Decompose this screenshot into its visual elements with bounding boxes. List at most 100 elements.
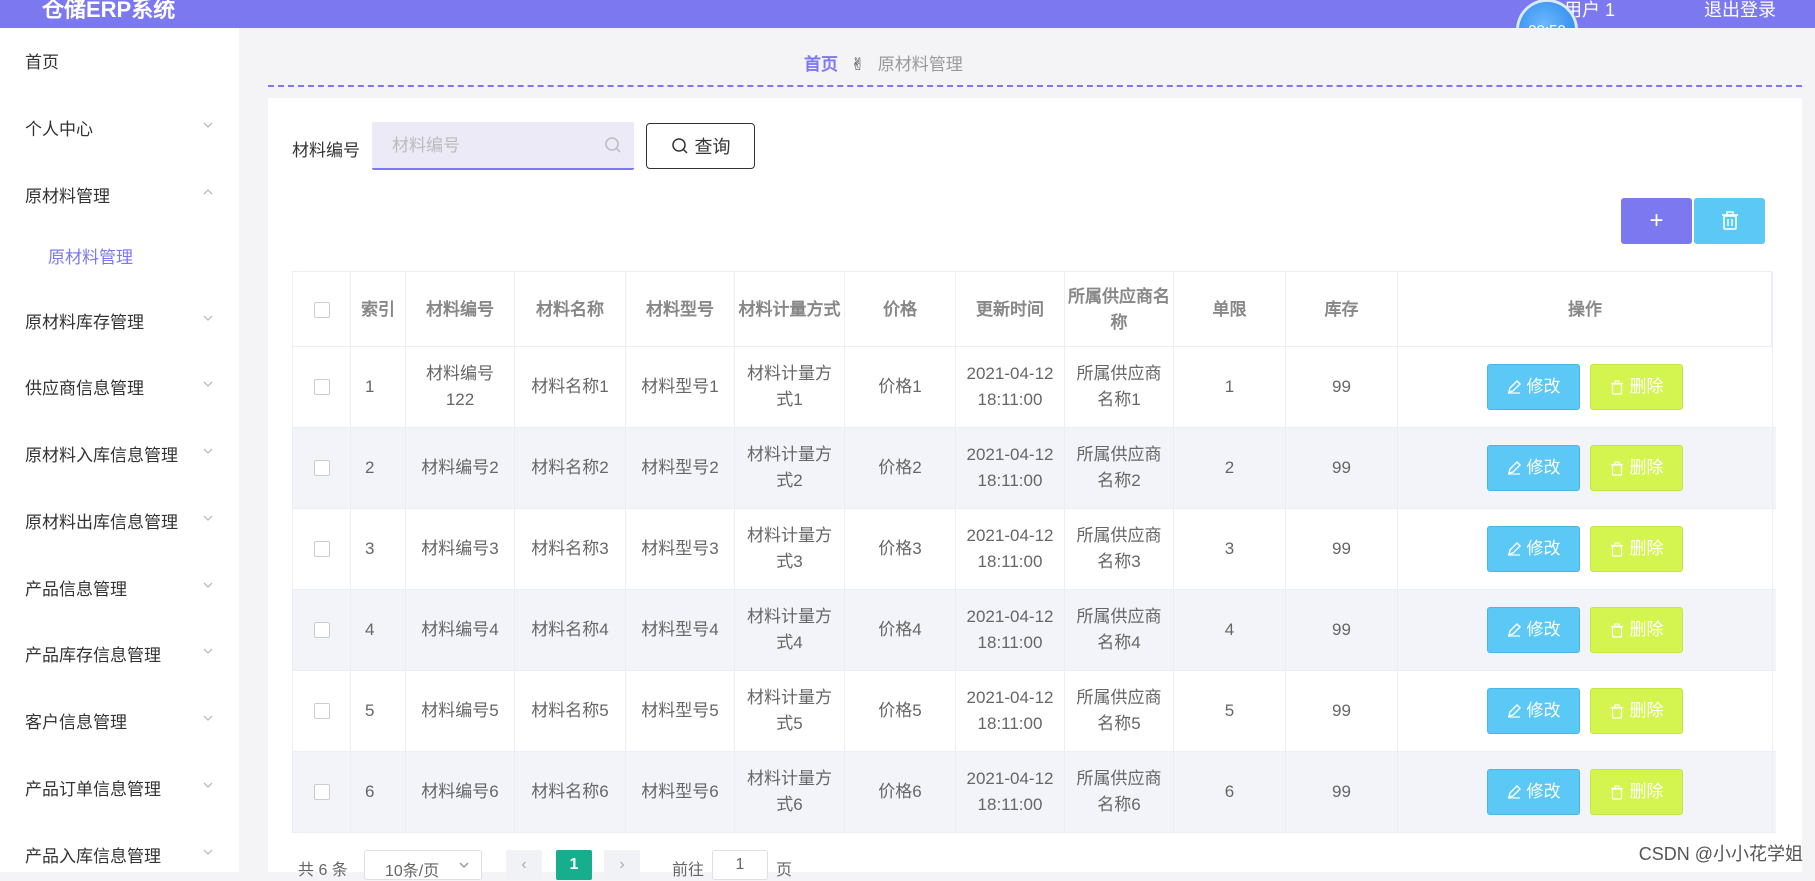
column-header: 材料名称: [515, 272, 626, 348]
column-header: 库存: [1286, 272, 1398, 348]
cell-name: 材料名称6: [515, 752, 626, 832]
trash-icon: [1610, 703, 1623, 719]
column-header: 更新时间: [956, 272, 1065, 348]
sidebar-item[interactable]: 原材料管理: [0, 174, 239, 214]
delete-label: 删除: [1629, 620, 1664, 639]
sidebar-item[interactable]: 产品入库信息管理: [0, 834, 239, 874]
edit-button[interactable]: 修改: [1487, 607, 1580, 653]
chevron-down-icon: [203, 122, 213, 128]
sidebar-item[interactable]: 产品库存信息管理: [0, 633, 239, 673]
edit-label: 修改: [1526, 377, 1561, 396]
search-input[interactable]: [390, 134, 594, 158]
goto-label: 前往: [672, 862, 705, 879]
column-header: 材料型号: [626, 272, 735, 348]
edit-label: 修改: [1526, 782, 1561, 801]
row-checkbox[interactable]: [313, 784, 330, 800]
cell-stock: 99: [1286, 428, 1398, 508]
cell-stock: 99: [1286, 671, 1398, 751]
cell-supplier: 所属供应商名称5: [1065, 671, 1174, 751]
cell-measure: 材料计量方式5: [735, 671, 845, 751]
sidebar-item-label: 首页: [25, 53, 59, 72]
trash-icon: [1610, 541, 1623, 557]
edit-button[interactable]: 修改: [1487, 769, 1580, 815]
sidebar-item[interactable]: 个人中心: [0, 107, 239, 147]
row-actions: 修改 删除: [1398, 671, 1773, 751]
sidebar-subitem[interactable]: 原材料管理: [0, 235, 239, 275]
search-icon: [671, 138, 688, 154]
sidebar-item[interactable]: 供应商信息管理: [0, 366, 239, 406]
cell-updated: 2021-04-12 18:11:00: [956, 509, 1065, 589]
sidebar-item[interactable]: 产品信息管理: [0, 567, 239, 607]
cell-updated: 2021-04-12 18:11:00: [956, 752, 1065, 832]
page-button-current[interactable]: 1: [556, 850, 592, 880]
pager-total: 共 6 条: [298, 862, 348, 879]
row-actions: 修改 删除: [1398, 347, 1773, 427]
sidebar-item-label: 原材料入库信息管理: [25, 446, 178, 465]
next-page-button[interactable]: ›: [604, 850, 640, 880]
cell-name: 材料名称4: [515, 590, 626, 670]
chevron-down-icon: [459, 862, 469, 869]
sidebar-item[interactable]: 首页: [0, 40, 239, 80]
column-header: 所属供应商名称: [1065, 272, 1174, 348]
breadcrumb: 首页 ✌ 原材料管理: [804, 50, 963, 75]
row-checkbox[interactable]: [313, 622, 330, 638]
cell-measure: 材料计量方式4: [735, 590, 845, 670]
delete-button[interactable]: 删除: [1590, 526, 1683, 572]
query-button[interactable]: 查询: [646, 123, 755, 169]
row-checkbox[interactable]: [313, 703, 330, 719]
trash-icon: [1610, 784, 1623, 800]
edit-button[interactable]: 修改: [1487, 445, 1580, 491]
delete-button[interactable]: 删除: [1590, 445, 1683, 491]
table-row: 1 材料编号122 材料名称1 材料型号1 材料计量方式1 价格1 2021-04-12 1…: [292, 347, 1776, 428]
sidebar-item[interactable]: 原材料入库信息管理: [0, 433, 239, 473]
column-header: 操作: [1398, 272, 1773, 348]
search-box: [372, 122, 634, 170]
delete-button[interactable]: 删除: [1590, 364, 1683, 410]
sidebar-item[interactable]: 原材料出库信息管理: [0, 500, 239, 540]
batch-delete-button[interactable]: [1694, 198, 1765, 244]
add-button[interactable]: +: [1621, 198, 1692, 244]
cell-model: 材料型号3: [626, 509, 735, 589]
delete-label: 删除: [1629, 701, 1664, 720]
row-checkbox[interactable]: [313, 460, 330, 476]
chevron-down-icon: [203, 715, 213, 721]
prev-page-button[interactable]: ‹: [506, 850, 542, 880]
sidebar: 首页 个人中心 原材料管理 原材料管理 原材料库存管理 供应商信息管理 原材料入库信息管理原…: [0, 28, 239, 872]
cell-stock: 99: [1286, 752, 1398, 832]
delete-button[interactable]: 删除: [1590, 688, 1683, 734]
delete-label: 删除: [1629, 377, 1664, 396]
cell-model: 材料型号1: [626, 347, 735, 427]
sidebar-item-label: 客户信息管理: [25, 713, 127, 732]
breadcrumb-home[interactable]: 首页: [804, 55, 838, 74]
row-checkbox[interactable]: [313, 541, 330, 557]
logout-link[interactable]: 退出登录: [1704, 0, 1776, 22]
goto-page-input[interactable]: 1: [712, 850, 768, 880]
delete-button[interactable]: 删除: [1590, 607, 1683, 653]
delete-button[interactable]: 删除: [1590, 769, 1683, 815]
cell-code: 材料编号6: [406, 752, 515, 832]
edit-button[interactable]: 修改: [1487, 526, 1580, 572]
edit-button[interactable]: 修改: [1487, 364, 1580, 410]
table-row: 2 材料编号2 材料名称2 材料型号2 材料计量方式2 价格2 2021-04-12 18:…: [292, 428, 1776, 509]
page-size-select[interactable]: 10条/页: [364, 850, 482, 880]
sidebar-item[interactable]: 产品订单信息管理: [0, 767, 239, 807]
pencil-icon: [1507, 785, 1521, 799]
row-select-cell: [293, 752, 351, 832]
cell-index: 5: [351, 671, 406, 751]
cell-measure: 材料计量方式1: [735, 347, 845, 427]
table-row: 6 材料编号6 材料名称6 材料型号6 材料计量方式6 价格6 2021-04-12 18:…: [292, 752, 1776, 833]
chevron-down-icon: [203, 648, 213, 654]
edit-label: 修改: [1526, 539, 1561, 558]
sidebar-item[interactable]: 客户信息管理: [0, 700, 239, 740]
cell-supplier: 所属供应商名称3: [1065, 509, 1174, 589]
sidebar-item[interactable]: 原材料库存管理: [0, 300, 239, 340]
row-checkbox[interactable]: [313, 379, 330, 395]
cell-stock: 99: [1286, 590, 1398, 670]
row-actions: 修改 删除: [1398, 752, 1773, 832]
select-all-checkbox[interactable]: [313, 302, 330, 318]
cell-updated: 2021-04-12 18:11:00: [956, 671, 1065, 751]
sidebar-item-label: 原材料库存管理: [25, 313, 144, 332]
edit-button[interactable]: 修改: [1487, 688, 1580, 734]
cell-model: 材料型号4: [626, 590, 735, 670]
search-icon: [604, 136, 622, 159]
